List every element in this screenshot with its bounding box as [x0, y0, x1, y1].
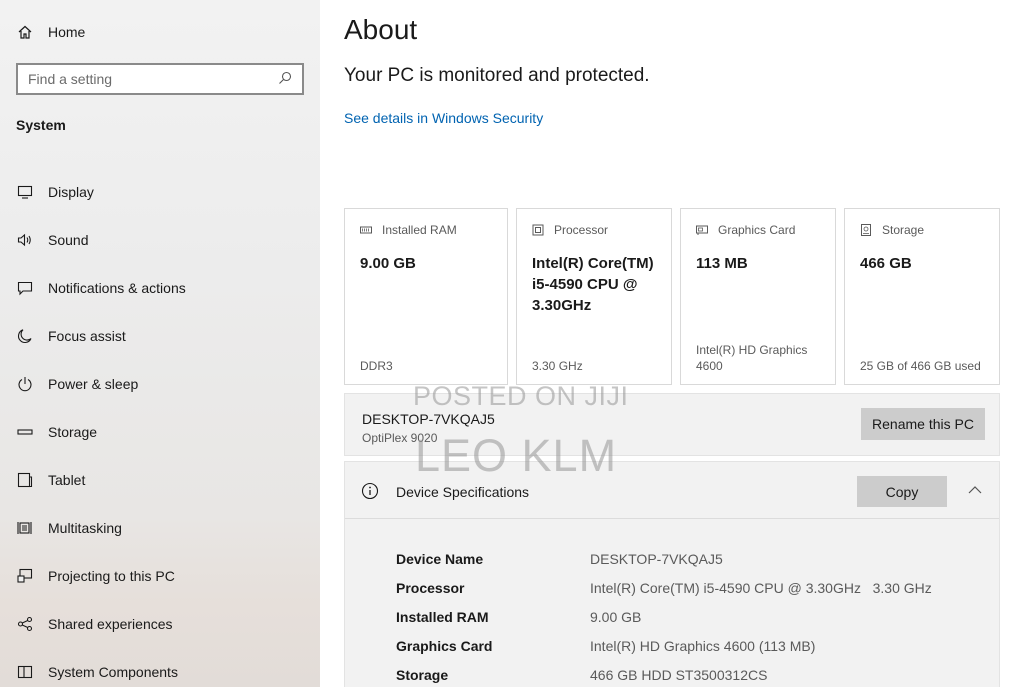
components-icon [16, 663, 34, 681]
copy-button[interactable]: Copy [857, 476, 947, 507]
graphics-card-icon [696, 224, 708, 236]
spec-key: Processor [396, 579, 465, 596]
card-label: Graphics Card [718, 223, 796, 237]
spec-value: DESKTOP-7VKQAJ5 [590, 550, 723, 567]
pc-model: OptiPlex 9020 [362, 431, 438, 445]
sidebar-item-label: System Components [48, 664, 178, 680]
sidebar-item-label: Shared experiences [48, 616, 173, 632]
card-label: Processor [554, 223, 609, 237]
card-graphics-card: Graphics Card 113 MB Intel(R) HD Graphic… [680, 208, 836, 385]
spec-row: Processor Intel(R) Core(TM) i5-4590 CPU … [396, 573, 996, 602]
windows-security-link[interactable]: See details in Windows Security [344, 110, 543, 126]
sidebar-item-label: Storage [48, 424, 98, 440]
sidebar-item-label: Home [48, 24, 86, 40]
home-icon [16, 23, 34, 41]
sidebar-item-label: Focus assist [48, 328, 126, 344]
card-subtext: 25 GB of 466 GB used [860, 359, 981, 373]
spec-value: Intel(R) Core(TM) i5-4590 CPU @ 3.30GHz … [590, 579, 932, 596]
card-subtext: Intel(R) HD Graphics 4600 [696, 343, 808, 373]
notifications-icon [16, 279, 34, 297]
sidebar-item-storage[interactable]: Storage [16, 408, 306, 456]
sound-icon [16, 231, 34, 249]
card-value: Intel(R) Core(TM) i5-4590 CPU @ 3.30GHz [532, 255, 654, 314]
rename-pc-button[interactable]: Rename this PC [861, 408, 985, 440]
spec-row: Graphics Card Intel(R) HD Graphics 4600 … [396, 631, 996, 660]
sidebar-item-label: Sound [48, 232, 89, 248]
sidebar-item-home[interactable]: Home [16, 20, 85, 44]
page-title: About [344, 14, 418, 45]
sidebar-item-label: Notifications & actions [48, 280, 186, 296]
spec-row: Installed RAM 9.00 GB [396, 602, 996, 631]
sidebar-item-notifications[interactable]: Notifications & actions [16, 264, 306, 312]
settings-sidebar: Home System Display Sound Notifications … [0, 0, 320, 687]
sidebar-item-projecting[interactable]: Projecting to this PC [16, 552, 306, 600]
protection-status-text: Your PC is monitored and protected. [344, 65, 650, 86]
sidebar-item-tablet[interactable]: Tablet [16, 456, 306, 504]
card-processor: Processor Intel(R) Core(TM) i5-4590 CPU … [516, 208, 672, 385]
storage-drive-icon [860, 224, 872, 236]
search-icon[interactable] [278, 71, 294, 87]
shared-icon [16, 615, 34, 633]
sidebar-item-sound[interactable]: Sound [16, 216, 306, 264]
sidebar-item-system-components[interactable]: System Components [16, 648, 306, 687]
multitasking-icon [16, 519, 34, 537]
card-storage: Storage 466 GB 25 GB of 466 GB used [844, 208, 1000, 385]
device-specifications-panel: Device Specifications Copy Device Name D… [344, 461, 1000, 687]
card-subtext: DDR3 [360, 359, 393, 373]
spec-cards: Installed RAM 9.00 GB DDR3 Processor Int… [344, 208, 1000, 385]
display-icon [16, 183, 34, 201]
card-label: Storage [882, 223, 925, 237]
device-specifications-header[interactable]: Device Specifications Copy [345, 462, 999, 519]
spec-key: Installed RAM [396, 608, 489, 625]
sidebar-item-label: Power & sleep [48, 376, 139, 392]
sidebar-nav-list: Display Sound Notifications & actions Fo… [16, 168, 306, 687]
pc-name: DESKTOP-7VKQAJ5 [362, 411, 495, 427]
about-page: About Your PC is monitored and protected… [320, 0, 1024, 687]
pc-name-panel: DESKTOP-7VKQAJ5 OptiPlex 9020 Rename thi… [344, 393, 1000, 456]
device-specifications-title: Device Specifications [396, 484, 530, 500]
card-label: Installed RAM [382, 223, 457, 237]
tablet-icon [16, 471, 34, 489]
card-installed-ram: Installed RAM 9.00 GB DDR3 [344, 208, 508, 385]
ram-icon [360, 224, 372, 236]
storage-icon [16, 423, 34, 441]
card-subtext: 3.30 GHz [532, 359, 583, 373]
sidebar-item-label: Display [48, 184, 94, 200]
info-icon [361, 482, 379, 500]
specifications-list: Device Name DESKTOP-7VKQAJ5 Processor In… [396, 544, 996, 687]
card-value: 466 GB [860, 255, 912, 272]
search-input[interactable] [28, 71, 278, 87]
processor-icon [532, 224, 544, 236]
power-icon [16, 375, 34, 393]
sidebar-item-label: Multitasking [48, 520, 122, 536]
sidebar-item-shared-experiences[interactable]: Shared experiences [16, 600, 306, 648]
card-value: 9.00 GB [360, 255, 416, 272]
spec-key: Graphics Card [396, 637, 493, 654]
chevron-up-icon[interactable] [967, 483, 983, 495]
card-value: 113 MB [696, 255, 748, 272]
spec-value: Intel(R) HD Graphics 4600 (113 MB) [590, 637, 816, 654]
projecting-icon [16, 567, 34, 585]
moon-icon [16, 327, 34, 345]
sidebar-item-power-sleep[interactable]: Power & sleep [16, 360, 306, 408]
spec-key: Storage [396, 666, 449, 683]
spec-key: Device Name [396, 550, 484, 567]
spec-row: Storage 466 GB HDD ST3500312CS [396, 660, 996, 687]
sidebar-item-label: Tablet [48, 472, 86, 488]
spec-value: 466 GB HDD ST3500312CS [590, 666, 768, 683]
sidebar-item-label: Projecting to this PC [48, 568, 175, 584]
sidebar-item-multitasking[interactable]: Multitasking [16, 504, 306, 552]
spec-value: 9.00 GB [590, 608, 642, 625]
sidebar-section-title: System [16, 117, 66, 133]
spec-row: Device Name DESKTOP-7VKQAJ5 [396, 544, 996, 573]
search-box[interactable] [16, 63, 304, 95]
sidebar-item-display[interactable]: Display [16, 168, 306, 216]
sidebar-item-focus-assist[interactable]: Focus assist [16, 312, 306, 360]
